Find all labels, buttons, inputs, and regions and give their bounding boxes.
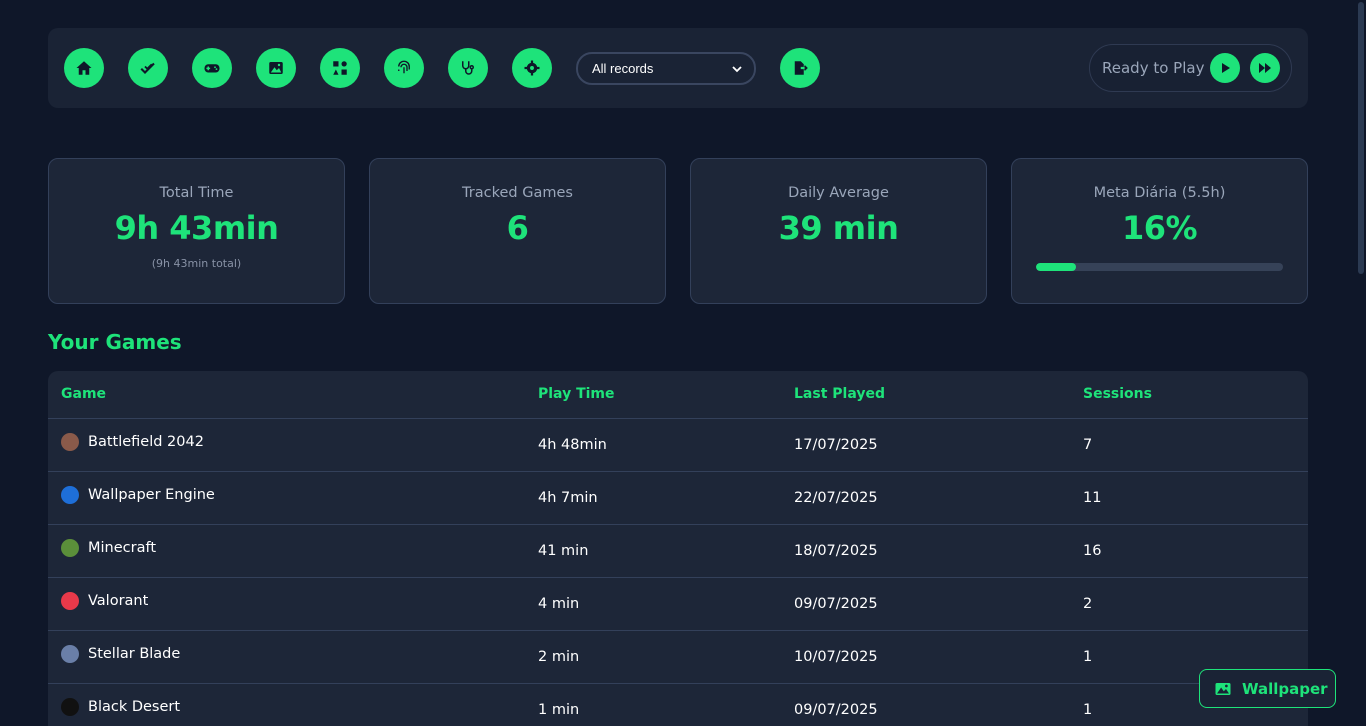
games-table: Game Play Time Last Played Sessions Batt… bbox=[48, 371, 1308, 726]
fingerprint-button[interactable] bbox=[384, 48, 424, 88]
chevron-down-icon bbox=[732, 65, 742, 72]
table-header: Game Play Time Last Played Sessions bbox=[48, 371, 1308, 419]
game-icon bbox=[61, 539, 79, 557]
table-row[interactable]: Valorant 4 min 09/07/2025 2 bbox=[48, 578, 1308, 631]
column-header-sessions[interactable]: Sessions bbox=[1083, 386, 1152, 402]
gear-icon bbox=[524, 60, 540, 76]
column-header-last-played[interactable]: Last Played bbox=[794, 386, 885, 402]
ready-to-play-panel: Ready to Play bbox=[1089, 44, 1292, 92]
wallpaper-button-label: Wallpaper bbox=[1242, 679, 1328, 698]
records-filter-select[interactable]: All records bbox=[576, 52, 756, 85]
table-row[interactable]: Battlefield 2042 4h 48min 17/07/2025 7 bbox=[48, 419, 1308, 472]
last-played-cell: 18/07/2025 bbox=[794, 543, 878, 559]
stat-value: 6 bbox=[506, 209, 529, 247]
diagnostics-button[interactable] bbox=[448, 48, 488, 88]
games-button[interactable] bbox=[192, 48, 232, 88]
game-name: Valorant bbox=[88, 593, 149, 609]
stat-value: 9h 43min bbox=[114, 209, 279, 247]
daily-goal-progress-fill bbox=[1036, 263, 1076, 271]
game-icon bbox=[61, 486, 79, 504]
play-time-cell: 41 min bbox=[538, 543, 589, 559]
game-icon bbox=[61, 592, 79, 610]
wallpaper-button[interactable]: Wallpaper bbox=[1199, 669, 1336, 708]
completed-button[interactable] bbox=[128, 48, 168, 88]
play-time-cell: 4h 48min bbox=[538, 437, 607, 453]
last-played-cell: 17/07/2025 bbox=[794, 437, 878, 453]
top-toolbar: All records Ready to Play bbox=[48, 28, 1308, 108]
play-icon bbox=[1222, 63, 1230, 73]
stat-card-daily-goal: Meta Diária (5.5h) 16% bbox=[1011, 158, 1308, 304]
ready-status-text: Ready to Play bbox=[1102, 59, 1205, 77]
game-icon bbox=[61, 698, 79, 716]
game-cell: Valorant bbox=[61, 592, 148, 610]
play-time-cell: 4h 7min bbox=[538, 490, 598, 506]
home-button[interactable] bbox=[64, 48, 104, 88]
stat-label: Tracked Games bbox=[462, 185, 573, 201]
export-button[interactable] bbox=[780, 48, 820, 88]
fingerprint-icon bbox=[398, 60, 410, 74]
check-double-icon bbox=[140, 62, 155, 74]
stat-value: 39 min bbox=[778, 209, 899, 247]
game-name: Battlefield 2042 bbox=[88, 434, 204, 450]
last-played-cell: 22/07/2025 bbox=[794, 490, 878, 506]
last-played-cell: 09/07/2025 bbox=[794, 702, 878, 718]
home-icon bbox=[76, 61, 92, 75]
image-icon bbox=[1215, 682, 1231, 695]
play-time-cell: 2 min bbox=[538, 649, 580, 665]
image-icon bbox=[269, 62, 283, 74]
game-name: Minecraft bbox=[88, 540, 157, 556]
play-button[interactable] bbox=[1210, 53, 1240, 83]
table-row[interactable]: Minecraft 41 min 18/07/2025 16 bbox=[48, 525, 1308, 578]
game-name: Black Desert bbox=[88, 699, 181, 715]
last-played-cell: 10/07/2025 bbox=[794, 649, 878, 665]
table-row[interactable]: Stellar Blade 2 min 10/07/2025 1 bbox=[48, 631, 1308, 684]
stat-label: Meta Diária (5.5h) bbox=[1093, 185, 1226, 201]
apps-icon bbox=[333, 61, 347, 75]
game-icon bbox=[61, 645, 79, 663]
sessions-cell: 7 bbox=[1083, 437, 1093, 453]
stat-value: 16% bbox=[1121, 209, 1198, 247]
play-time-cell: 1 min bbox=[538, 702, 580, 718]
game-cell: Stellar Blade bbox=[61, 645, 180, 663]
table-row[interactable]: Wallpaper Engine 4h 7min 22/07/2025 11 bbox=[48, 472, 1308, 525]
column-header-play-time[interactable]: Play Time bbox=[538, 386, 615, 402]
sessions-cell: 11 bbox=[1083, 490, 1102, 506]
fast-forward-icon bbox=[1259, 63, 1271, 73]
stat-card-daily-average: Daily Average 39 min bbox=[690, 158, 987, 304]
game-name: Wallpaper Engine bbox=[88, 487, 215, 503]
daily-goal-progress-bar bbox=[1036, 263, 1283, 271]
stat-subtext: (9h 43min total) bbox=[151, 257, 242, 270]
play-time-cell: 4 min bbox=[538, 596, 580, 612]
records-filter-value: All records bbox=[592, 61, 654, 76]
fast-forward-button[interactable] bbox=[1250, 53, 1280, 83]
column-header-game[interactable]: Game bbox=[61, 386, 106, 402]
table-row[interactable]: Black Desert 1 min 09/07/2025 1 bbox=[48, 684, 1308, 726]
settings-button[interactable] bbox=[512, 48, 552, 88]
last-played-cell: 09/07/2025 bbox=[794, 596, 878, 612]
game-cell: Battlefield 2042 bbox=[61, 433, 204, 451]
scrollbar-thumb[interactable] bbox=[1358, 2, 1364, 274]
stat-card-tracked-games: Tracked Games 6 bbox=[369, 158, 666, 304]
sessions-cell: 2 bbox=[1083, 596, 1093, 612]
game-icon bbox=[61, 433, 79, 451]
game-cell: Minecraft bbox=[61, 539, 156, 557]
apps-button[interactable] bbox=[320, 48, 360, 88]
game-cell: Black Desert bbox=[61, 698, 180, 716]
stat-card-total-time: Total Time 9h 43min (9h 43min total) bbox=[48, 158, 345, 304]
game-cell: Wallpaper Engine bbox=[61, 486, 215, 504]
sessions-cell: 1 bbox=[1083, 702, 1093, 718]
stat-label: Daily Average bbox=[788, 185, 889, 201]
file-export-icon bbox=[794, 61, 808, 75]
section-title-your-games: Your Games bbox=[48, 330, 182, 354]
gallery-button[interactable] bbox=[256, 48, 296, 88]
scrollbar[interactable] bbox=[1356, 0, 1366, 726]
game-name: Stellar Blade bbox=[88, 646, 181, 662]
stethoscope-icon bbox=[462, 61, 474, 75]
sessions-cell: 16 bbox=[1083, 543, 1102, 559]
stat-label: Total Time bbox=[159, 185, 234, 201]
gamepad-icon bbox=[204, 64, 220, 73]
sessions-cell: 1 bbox=[1083, 649, 1093, 665]
